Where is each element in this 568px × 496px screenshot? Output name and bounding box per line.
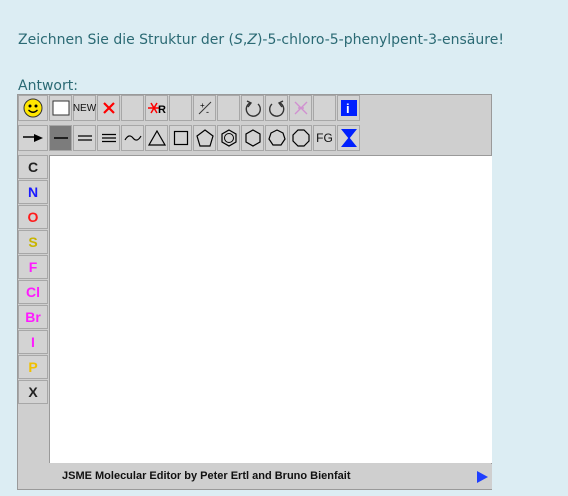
empty-button[interactable]	[169, 95, 192, 121]
ring4-button[interactable]	[169, 125, 192, 151]
clear-button[interactable]	[49, 95, 72, 121]
question-text: Zeichnen Sie die Struktur der (S,Z)-5-ch…	[18, 32, 504, 48]
delete-icon	[102, 102, 115, 114]
undo-button[interactable]	[241, 95, 264, 121]
octagon-icon	[291, 129, 310, 147]
atom-button-c[interactable]: C	[18, 155, 48, 179]
ring7-button[interactable]	[265, 125, 288, 151]
multi-reaction-button[interactable]	[289, 95, 312, 121]
atom-button-s[interactable]: S	[18, 230, 48, 254]
empty-button[interactable]	[313, 95, 336, 121]
triple-bond-icon	[101, 133, 116, 143]
fg-button[interactable]: FG	[313, 125, 336, 151]
ring6-button[interactable]	[241, 125, 264, 151]
ring3-button[interactable]	[145, 125, 168, 151]
fg-label: FG	[316, 131, 333, 145]
new-button[interactable]: NEW	[73, 95, 96, 121]
drawing-canvas[interactable]	[49, 155, 492, 463]
status-text: JSME Molecular Editor by Peter Ertl and …	[62, 470, 351, 482]
question-suffix: )-5-chloro-5-phenylpent-3-ensäure!	[256, 32, 504, 48]
triangles-icon	[340, 129, 357, 147]
multi-reaction-icon	[294, 101, 307, 115]
double-bond-icon	[77, 135, 92, 141]
question-stereo-s: S	[234, 32, 243, 48]
single-bond-icon	[53, 137, 68, 139]
atom-button-o[interactable]: O	[18, 205, 48, 229]
clear-icon	[52, 100, 69, 116]
ring5-button[interactable]	[193, 125, 216, 151]
svg-text:R: R	[158, 104, 166, 116]
atom-button-f[interactable]: F	[18, 255, 48, 279]
redo-button[interactable]	[265, 95, 288, 121]
ring8-button[interactable]	[289, 125, 312, 151]
question-prefix: Zeichnen Sie die Struktur der (	[18, 32, 235, 48]
chain-button[interactable]	[121, 125, 144, 151]
single-bond-button[interactable]	[49, 125, 72, 151]
delete-r-button[interactable]: R	[145, 95, 168, 121]
heptagon-icon	[267, 129, 286, 146]
empty-button[interactable]	[217, 95, 240, 121]
chain-icon	[123, 135, 142, 141]
triple-bond-button[interactable]	[97, 125, 120, 151]
atom-button-cl[interactable]: Cl	[18, 280, 48, 304]
smile-icon	[23, 98, 43, 118]
square-icon	[173, 130, 188, 146]
atom-button-i[interactable]: I	[18, 330, 48, 354]
delete-r-icon: R	[147, 102, 166, 116]
info-button[interactable]: i	[337, 95, 360, 121]
charge-button[interactable]: + -	[193, 95, 216, 121]
atom-button-p[interactable]: P	[18, 355, 48, 379]
answer-label: Antwort:	[18, 78, 78, 94]
redo-icon	[268, 100, 284, 117]
svg-text:+: +	[200, 101, 205, 110]
status-bar: JSME Molecular Editor by Peter Ertl and …	[49, 464, 492, 489]
benzene-button[interactable]	[217, 125, 240, 151]
atom-button-x[interactable]: X	[18, 380, 48, 404]
wedge-bond-icon	[23, 134, 43, 142]
pentagon-icon	[195, 129, 214, 147]
svg-text:i: i	[346, 101, 350, 116]
benzene-icon	[220, 129, 237, 147]
triangle-icon	[147, 130, 166, 146]
empty-button[interactable]	[121, 95, 144, 121]
atom-button-n[interactable]: N	[18, 180, 48, 204]
svg-text:-: -	[206, 107, 209, 116]
delete-button[interactable]	[97, 95, 120, 121]
undo-icon	[245, 100, 261, 117]
smile-button[interactable]	[18, 95, 48, 121]
charge-icon: +-	[198, 101, 211, 116]
new-label: NEW	[72, 102, 97, 114]
select-bond-button[interactable]	[18, 125, 48, 151]
question-stereo-z: Z	[247, 32, 257, 48]
info-icon: i	[340, 100, 357, 116]
atom-button-br[interactable]: Br	[18, 305, 48, 329]
double-bond-button[interactable]	[73, 125, 96, 151]
jsme-editor: NEW R + - i FG C N O S F Cl Br I P X JSM…	[17, 94, 492, 490]
play-arrow-icon[interactable]	[477, 471, 488, 483]
smiles-button[interactable]	[337, 125, 360, 151]
hexagon-icon	[244, 129, 261, 147]
